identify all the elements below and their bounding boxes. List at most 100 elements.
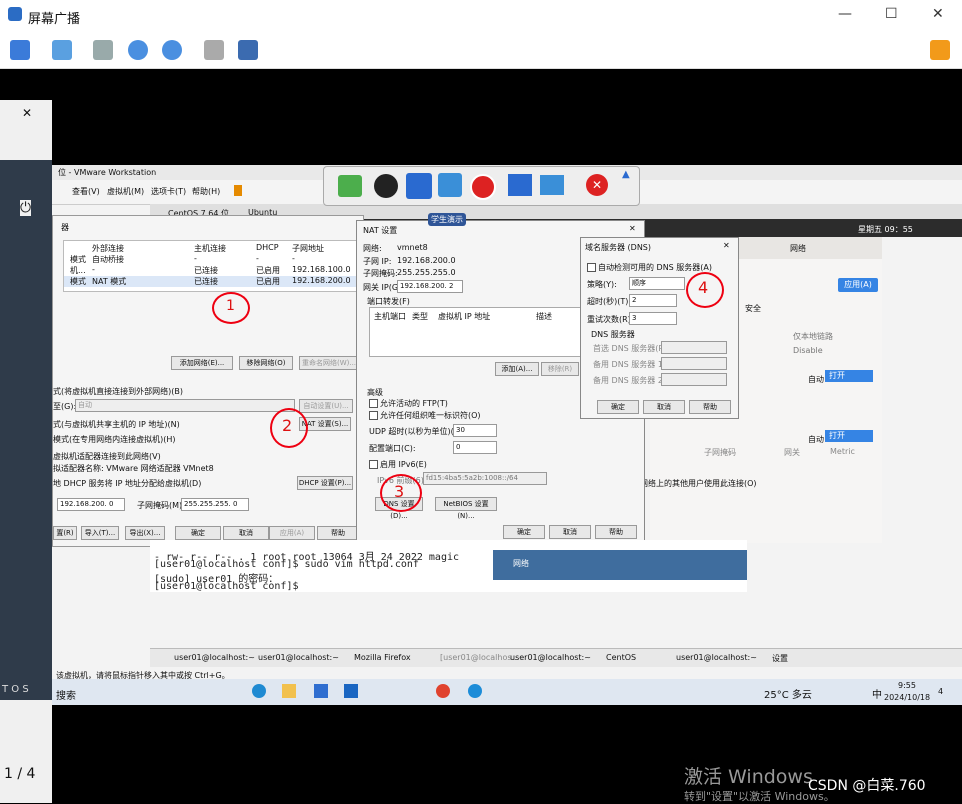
auto-settings-button[interactable]: 自动设置(U)... xyxy=(299,399,353,413)
apply-button[interactable]: 应用(A) xyxy=(838,278,878,292)
bridge-select[interactable]: 自动 xyxy=(75,399,295,412)
nat-cancel-button[interactable]: 取消 xyxy=(549,525,591,539)
bridge-mode-radio[interactable]: 式(将虚拟机直接连接到外部网络)(B) xyxy=(53,386,183,397)
network-app-icon[interactable] xyxy=(468,684,482,698)
folder-icon[interactable] xyxy=(282,684,296,698)
subnet-mask-field[interactable]: 255.255.255. 0 xyxy=(181,498,249,511)
dns-auto-checkbox[interactable]: 自动检测可用的 DNS 服务器(A) xyxy=(587,262,712,273)
remove-network-button[interactable]: 移除网络(O) xyxy=(239,356,293,370)
camera-lens-icon[interactable] xyxy=(374,174,398,198)
undo-icon[interactable] xyxy=(128,40,148,60)
camera-icon[interactable] xyxy=(204,40,224,60)
task-item[interactable]: [user01@localhos... xyxy=(440,653,519,662)
oui-checkbox[interactable]: 允许任何组织唯一标识符(O) xyxy=(369,410,481,421)
minimize-button[interactable]: — xyxy=(838,6,852,22)
task-item[interactable]: Mozilla Firefox xyxy=(354,653,411,662)
maximize-button[interactable]: ☐ xyxy=(885,6,898,22)
host-only-radio[interactable]: 模式(在专用网络内连接虚拟机)(H) xyxy=(53,434,176,445)
record-icon[interactable] xyxy=(470,174,496,200)
dhcp-settings-button[interactable]: DHCP 设置(P)... xyxy=(297,476,353,490)
alt1-dns-field[interactable] xyxy=(661,357,727,370)
edge-icon[interactable] xyxy=(252,684,266,698)
monitor-icon[interactable] xyxy=(93,40,113,60)
pen-icon[interactable] xyxy=(406,173,432,199)
ipv4-on-toggle[interactable]: 打开 xyxy=(825,370,873,382)
mail-icon[interactable] xyxy=(344,684,358,698)
fullscreen-icon[interactable] xyxy=(930,40,950,60)
stop-icon[interactable]: ✕ xyxy=(586,174,608,196)
add-port-button[interactable]: 添加(A)... xyxy=(495,362,539,376)
notification-badge[interactable]: 4 xyxy=(938,687,943,696)
dns-ok-button[interactable]: 确定 xyxy=(597,400,639,414)
broadcast-icon[interactable] xyxy=(540,175,564,195)
netbios-settings-button[interactable]: NetBIOS 设置(N)... xyxy=(435,497,497,520)
pin-icon[interactable] xyxy=(10,40,30,60)
cancel-button[interactable]: 取消 xyxy=(223,526,269,540)
search-box[interactable]: 搜索 xyxy=(56,687,76,702)
preferred-dns-field[interactable] xyxy=(661,341,727,354)
gateway-field[interactable]: 192.168.200. 2 xyxy=(397,280,463,293)
host-close-icon[interactable]: ✕ xyxy=(22,106,32,120)
apply-button[interactable]: 应用(A) xyxy=(269,526,315,540)
ime-indicator[interactable]: 中 xyxy=(872,686,882,701)
ipv6-prefix-field[interactable]: fd15:4ba5:5a2b:1008::/64 xyxy=(423,472,547,485)
local-link-option[interactable]: 仅本地链路 xyxy=(793,331,833,342)
redo-icon[interactable] xyxy=(162,40,182,60)
table-row[interactable]: 机... - 已连接 已启用 192.168.100.0 xyxy=(64,265,362,276)
screen-icon[interactable] xyxy=(508,174,532,196)
import-button[interactable]: 导入(T)... xyxy=(81,526,119,540)
nat-mode-radio[interactable]: 式(与虚拟机共享主机的 IP 地址)(N) xyxy=(53,419,180,430)
remove-port-button[interactable]: 移除(R) xyxy=(541,362,579,376)
clock-date[interactable]: 2024/10/18 xyxy=(884,693,930,702)
return-icon[interactable] xyxy=(338,175,362,197)
alt2-dns-field[interactable] xyxy=(661,373,727,386)
nat-ok-button[interactable]: 确定 xyxy=(503,525,545,539)
zoom-icon[interactable] xyxy=(52,40,72,60)
weather[interactable]: 25°C 多云 xyxy=(764,686,812,701)
ok-button[interactable]: 确定 xyxy=(175,526,221,540)
network-nav-item[interactable]: 网络 xyxy=(513,558,529,569)
timeout-field[interactable]: 2 xyxy=(629,294,677,307)
menu-help[interactable]: 帮助(H) xyxy=(192,186,220,197)
task-item[interactable]: user01@localhost:~ xyxy=(510,653,591,662)
close-button[interactable]: ✕ xyxy=(932,6,944,22)
add-network-button[interactable]: 添加网络(E)... xyxy=(171,356,233,370)
store-icon[interactable] xyxy=(314,684,328,698)
host-adapter-check[interactable]: 虚拟机适配器连接到此网络(V) xyxy=(53,451,161,462)
task-item[interactable]: user01@localhost:~ xyxy=(174,653,255,662)
help-button[interactable]: 帮助 xyxy=(317,526,359,540)
clock-time[interactable]: 9:55 xyxy=(898,681,916,690)
dns-on-toggle[interactable]: 打开 xyxy=(825,430,873,442)
task-item[interactable]: user01@localhost:~ xyxy=(258,653,339,662)
dns-help-button[interactable]: 帮助 xyxy=(689,400,731,414)
retry-field[interactable]: 3 xyxy=(629,312,677,325)
dhcp-check[interactable]: 地 DHCP 服务将 IP 地址分配给虚拟机(D) xyxy=(53,478,201,489)
dns-close-icon[interactable]: ✕ xyxy=(723,241,730,250)
disable-option[interactable]: Disable xyxy=(793,346,823,355)
ipv6-checkbox[interactable]: 启用 IPv6(E) xyxy=(369,459,427,470)
menu-view[interactable]: 查看(V) xyxy=(72,186,100,197)
export-button[interactable]: 导出(X)... xyxy=(125,526,165,540)
restore-button[interactable]: 置(R) xyxy=(53,526,77,540)
task-item[interactable]: CentOS xyxy=(606,653,636,662)
nat-help-button[interactable]: 帮助 xyxy=(595,525,637,539)
config-port-field[interactable]: 0 xyxy=(453,441,497,454)
task-item[interactable]: user01@localhost:~ xyxy=(676,653,757,662)
record-screen-icon[interactable] xyxy=(238,40,258,60)
table-row[interactable]: 模式 自动桥接 - - - xyxy=(64,254,362,265)
ftp-checkbox[interactable]: 允许活动的 FTP(T) xyxy=(369,398,448,409)
pause-icon[interactable] xyxy=(234,185,242,196)
security-tab[interactable]: 安全 xyxy=(745,303,761,314)
subnet-ip-field[interactable]: 192.168.200. 0 xyxy=(57,498,125,511)
task-item[interactable]: 设置 xyxy=(772,653,788,664)
collapse-icon[interactable]: ▲ xyxy=(622,169,634,183)
dns-cancel-button[interactable]: 取消 xyxy=(643,400,685,414)
nat-close-icon[interactable]: ✕ xyxy=(629,224,636,233)
student-demo-icon[interactable] xyxy=(438,173,462,197)
power-icon[interactable]: ⏻ xyxy=(20,200,32,216)
menu-vm[interactable]: 虚拟机(M) xyxy=(107,186,144,197)
udp-field[interactable]: 30 xyxy=(453,424,497,437)
policy-select[interactable]: 顺序 xyxy=(629,277,685,290)
table-row[interactable]: 模式 NAT 模式 已连接 已启用 192.168.200.0 xyxy=(64,276,362,287)
rename-network-button[interactable]: 重命名网络(W)... xyxy=(299,356,359,370)
